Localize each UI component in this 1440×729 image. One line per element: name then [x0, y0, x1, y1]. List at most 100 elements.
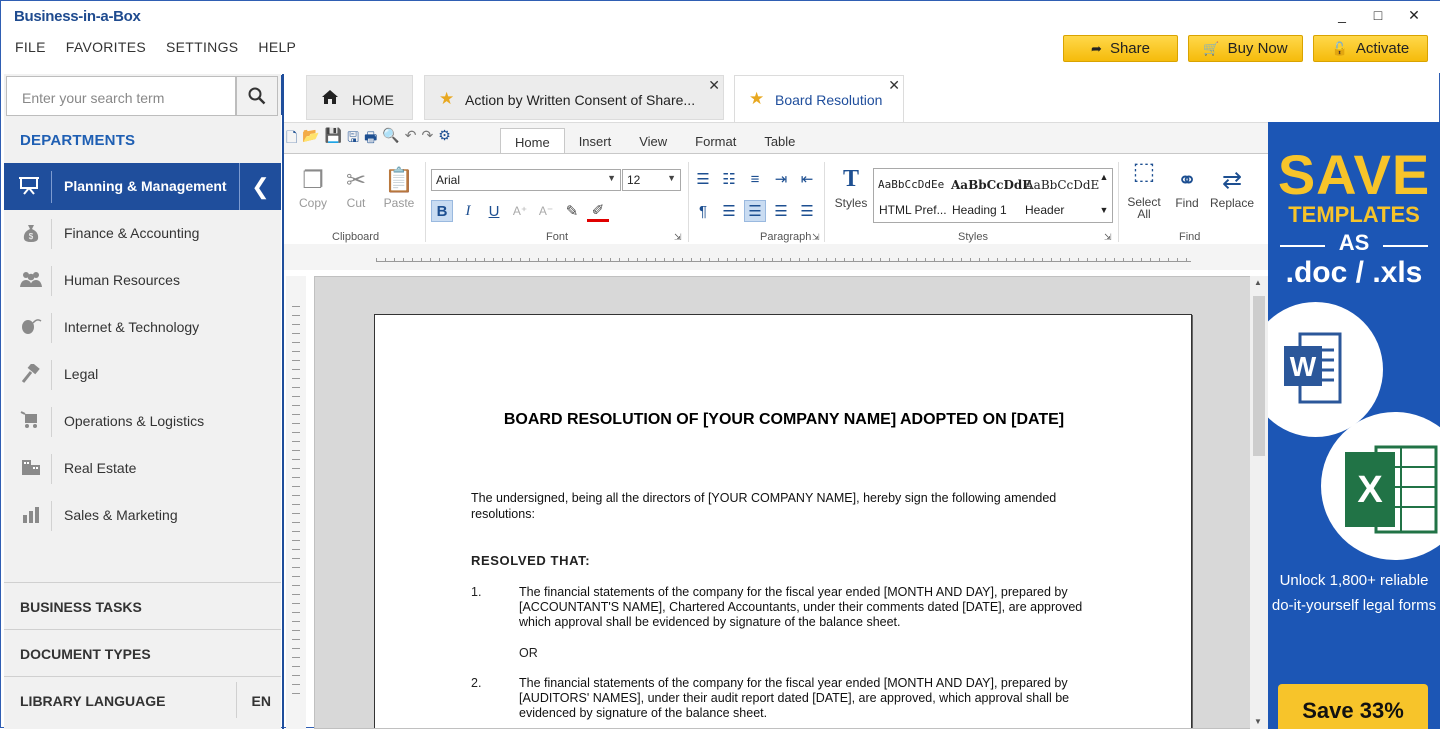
pilcrow-icon[interactable]: ¶ [692, 200, 714, 222]
document-canvas[interactable]: BOARD RESOLUTION OF [YOUR COMPANY NAME] … [314, 276, 1252, 729]
departments-heading[interactable]: DEPARTMENTS [20, 132, 135, 149]
multilevel-list-icon[interactable]: ≡ [744, 168, 766, 190]
styles-dialog-launcher-icon[interactable]: ⇲ [1104, 232, 1112, 243]
horizontal-ruler[interactable] [284, 244, 1268, 270]
underline-button[interactable]: U [483, 200, 505, 222]
menu-settings[interactable]: SETTINGS [166, 39, 238, 55]
ribbon: 🗋 📂 💾 🖫 🖶 🔍 ↶ ↷ ⚙ Home Insert View Forma… [284, 122, 1268, 245]
department-real-estate[interactable]: Real Estate [4, 445, 281, 492]
chevron-down-icon: ▼ [607, 173, 616, 183]
align-left-icon[interactable]: ☰ [718, 200, 740, 222]
styles-button[interactable]: T Styles [832, 166, 870, 210]
save-icon[interactable]: 💾 [325, 127, 342, 151]
save-33-button[interactable]: Save 33% [1278, 684, 1428, 729]
tab-action-by-written-consent[interactable]: ★ Action by Written Consent of Share... … [424, 75, 724, 120]
font-family-select[interactable]: Arial ▼ [431, 169, 621, 191]
department-human-resources[interactable]: Human Resources [4, 257, 281, 304]
select-all-button[interactable]: ⬚ Select All [1124, 160, 1164, 221]
new-document-icon[interactable]: 🗋 [286, 127, 297, 151]
font-group-label: Font [546, 231, 569, 243]
replace-button[interactable]: ⇄ Replace [1209, 166, 1255, 210]
vertical-ruler[interactable] [286, 276, 306, 729]
language-code[interactable]: EN [252, 693, 271, 709]
menu-favorites[interactable]: FAVORITES [66, 39, 146, 55]
menu-help[interactable]: HELP [258, 39, 296, 55]
department-finance-accounting[interactable]: $ Finance & Accounting [4, 210, 281, 257]
copy-button[interactable]: ❐ Copy [293, 166, 333, 210]
numbered-list-icon[interactable]: ☷ [718, 168, 740, 190]
shrink-font-icon[interactable]: A⁻ [535, 200, 557, 222]
chevron-down-icon[interactable]: ▼ [1098, 205, 1110, 215]
save-as-icon[interactable]: 🖫 [347, 127, 359, 151]
resolution-item: The financial statements of the company … [519, 585, 1083, 630]
ribbon-tab-format[interactable]: Format [681, 128, 750, 154]
ribbon-tab-view[interactable]: View [625, 128, 681, 154]
align-right-icon[interactable]: ☰ [770, 200, 792, 222]
search-input[interactable]: Enter your search term [6, 76, 236, 116]
vertical-scrollbar[interactable]: ▲ ▼ [1250, 276, 1268, 729]
department-operations-logistics[interactable]: Operations & Logistics [4, 398, 281, 445]
svg-text:$: $ [29, 232, 34, 241]
item-number: 1. [471, 585, 482, 599]
undo-icon[interactable]: ↶ [405, 127, 417, 151]
decrease-indent-icon[interactable]: ⇤ [796, 168, 818, 190]
department-legal[interactable]: Legal [4, 351, 281, 398]
promo-banner[interactable]: SAVE TEMPLATES AS .doc / .xls W X Unlock… [1268, 122, 1440, 729]
ribbon-tab-home[interactable]: Home [500, 128, 565, 154]
department-planning-management[interactable]: Planning & Management ❮ [4, 163, 281, 210]
redo-icon[interactable]: ↷ [421, 127, 433, 151]
grow-font-icon[interactable]: A⁺ [509, 200, 531, 222]
scroll-down-icon[interactable]: ▼ [1254, 717, 1262, 726]
increase-indent-icon[interactable]: ⇥ [770, 168, 792, 190]
document-page[interactable]: BOARD RESOLUTION OF [YOUR COMPANY NAME] … [374, 314, 1192, 728]
scroll-up-icon[interactable]: ▲ [1254, 278, 1262, 287]
gear-icon[interactable]: ⚙ [438, 127, 451, 151]
bold-button[interactable]: B [431, 200, 453, 222]
font-color-icon[interactable]: ✐ [587, 200, 609, 222]
document-types-section[interactable]: DOCUMENT TYPES [4, 629, 281, 676]
highlight-icon[interactable]: ✎ [561, 200, 583, 222]
scroll-thumb[interactable] [1253, 296, 1265, 456]
close-icon[interactable]: ✕ [1407, 7, 1421, 24]
library-language-section[interactable]: LIBRARY LANGUAGE EN [4, 676, 281, 723]
search-button[interactable] [236, 76, 278, 116]
title-bar: Business-in-a-Box FILE FAVORITES SETTING… [1, 1, 1440, 73]
font-size-select[interactable]: 12 ▼ [622, 169, 681, 191]
close-icon[interactable]: ✕ [708, 77, 720, 94]
print-preview-icon[interactable]: 🔍 [382, 127, 399, 151]
star-icon: ★ [439, 89, 455, 108]
maximize-icon[interactable]: □ [1371, 7, 1385, 24]
style-heading-1[interactable]: Heading 1 [952, 203, 1007, 217]
tab-board-resolution[interactable]: ★ Board Resolution ✕ [734, 75, 904, 122]
buy-now-button[interactable]: 🛒 Buy Now [1188, 35, 1303, 62]
paste-button[interactable]: 📋 Paste [379, 166, 419, 210]
print-icon[interactable]: 🖶 [364, 127, 377, 151]
bullet-list-icon[interactable]: ☰ [692, 168, 714, 190]
align-center-icon[interactable]: ☰ [744, 200, 766, 222]
bar-chart-icon [20, 505, 42, 525]
department-sales-marketing[interactable]: Sales & Marketing [4, 492, 281, 539]
font-dialog-launcher-icon[interactable]: ⇲ [674, 232, 682, 243]
chevron-left-icon[interactable]: ❮ [239, 163, 281, 210]
find-button[interactable]: ⚭ Find [1167, 166, 1207, 210]
activate-button[interactable]: 🔓 Activate [1313, 35, 1428, 62]
department-internet-technology[interactable]: Internet & Technology [4, 304, 281, 351]
ribbon-tab-insert[interactable]: Insert [565, 128, 626, 154]
share-button[interactable]: ➦ Share [1063, 35, 1178, 62]
justify-icon[interactable]: ☰ [796, 200, 818, 222]
open-folder-icon[interactable]: 📂 [302, 127, 319, 151]
chevron-up-icon[interactable]: ▲ [1098, 172, 1110, 182]
style-header[interactable]: Header [1025, 203, 1064, 217]
style-html-preformatted[interactable]: HTML Pref... [879, 203, 947, 217]
menu-file[interactable]: FILE [15, 39, 46, 55]
business-tasks-section[interactable]: BUSINESS TASKS [4, 582, 281, 629]
paragraph-dialog-launcher-icon[interactable]: ⇲ [812, 232, 820, 243]
minimize-icon[interactable]: _ [1335, 7, 1349, 24]
close-icon[interactable]: ✕ [888, 77, 900, 94]
tab-home[interactable]: HOME [306, 75, 413, 120]
italic-button[interactable]: I [457, 200, 479, 222]
ribbon-tab-table[interactable]: Table [750, 128, 809, 154]
cart-icon: 🛒 [1203, 40, 1220, 56]
styles-gallery[interactable]: AaBbCcDdEe HTML Pref... AaBbCcDdE Headin… [873, 168, 1113, 223]
cut-button[interactable]: ✂ Cut [336, 166, 376, 210]
